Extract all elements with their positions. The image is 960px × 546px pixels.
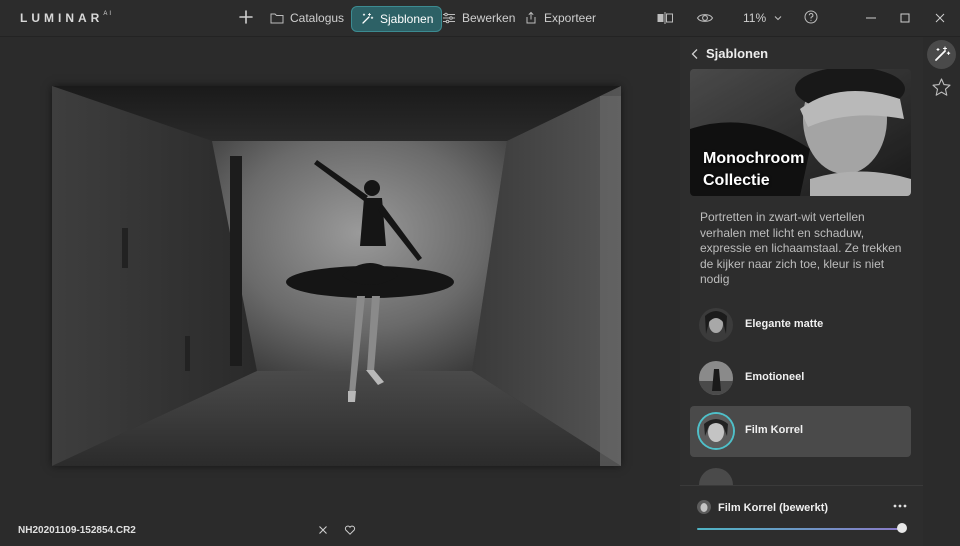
help-icon: [804, 10, 818, 24]
preset-thumbnail: [699, 361, 733, 395]
top-bar: LUMINARAI Catalogus Sjablonen Bewerken E…: [0, 0, 960, 37]
applied-preset-bar: Film Korrel (bewerkt): [680, 485, 923, 546]
logo-text: LUMINAR: [20, 11, 104, 25]
applied-preset-name: Film Korrel (bewerkt): [718, 502, 829, 514]
preset-amount-slider-handle[interactable]: [897, 523, 907, 533]
help-button[interactable]: [803, 9, 821, 27]
templates-panel: Sjablonen Monochroom Collectie Portrette…: [680, 37, 923, 546]
preset-partially-hidden[interactable]: [690, 464, 911, 486]
compare-button[interactable]: [656, 9, 674, 27]
app-logo: LUMINARAI: [20, 11, 113, 25]
more-options-icon[interactable]: [892, 500, 908, 512]
applied-preset-thumbnail: [697, 500, 711, 514]
right-rail: [923, 37, 960, 545]
preset-film-korrel[interactable]: Film Korrel: [690, 406, 911, 457]
chevron-left-icon: [691, 48, 698, 59]
favorites-rail-button[interactable]: [927, 73, 956, 102]
collection-description: Portretten in zwart-wit vertellen verhal…: [700, 210, 902, 286]
tab-templates-label: Sjablonen: [380, 12, 434, 26]
preset-elegante-matte[interactable]: Elegante matte: [690, 300, 911, 351]
logo-suffix: AI: [103, 11, 113, 17]
magic-wand-icon: [362, 13, 374, 24]
preset-emotioneel[interactable]: Emotioneel: [690, 353, 911, 404]
sliders-icon: [443, 12, 455, 24]
templates-rail-button[interactable]: [927, 40, 956, 69]
status-bar: NH20201109-152854.CR2: [0, 515, 670, 545]
tab-edit-label: Bewerken: [462, 11, 516, 25]
tab-export-label: Exporteer: [544, 11, 597, 25]
eye-icon: [696, 14, 714, 22]
preset-label: Elegante matte: [745, 318, 824, 330]
tab-catalogue-label: Catalogus: [290, 11, 345, 25]
close-window-icon[interactable]: [933, 11, 947, 25]
tab-catalogue[interactable]: Catalogus: [262, 6, 352, 30]
preset-amount-slider[interactable]: [697, 528, 902, 530]
back-to-templates[interactable]: Sjablonen: [690, 46, 768, 61]
preset-label: Film Korrel: [745, 424, 804, 436]
hero-title: Monochroom Collectie: [703, 148, 804, 192]
folder-icon: [270, 13, 284, 24]
preset-thumbnail: [699, 414, 733, 448]
panel-title: Sjablonen: [706, 46, 769, 61]
compare-icon: [657, 12, 673, 24]
preview-toggle-button[interactable]: [696, 9, 714, 27]
add-photos-button[interactable]: [237, 8, 255, 26]
star-icon: [932, 78, 951, 96]
plus-icon: [239, 10, 253, 24]
magic-wand-icon: [935, 46, 951, 61]
preset-label: Emotioneel: [745, 371, 805, 383]
zoom-level[interactable]: 11%: [743, 11, 766, 25]
hero-title-line2: Collectie: [703, 172, 770, 189]
file-name: NH20201109-152854.CR2: [18, 525, 136, 536]
tab-edit[interactable]: Bewerken: [434, 6, 523, 30]
tab-templates[interactable]: Sjablonen: [351, 6, 443, 32]
maximize-icon[interactable]: [898, 11, 912, 25]
preset-thumbnail: [699, 308, 733, 342]
close-icon[interactable]: [317, 524, 329, 536]
tab-export[interactable]: Exporteer: [516, 6, 604, 30]
chevron-down-icon[interactable]: [773, 13, 783, 23]
heart-icon[interactable]: [344, 524, 356, 536]
export-icon: [526, 11, 536, 24]
minimize-icon[interactable]: [864, 11, 878, 25]
main-photo[interactable]: [52, 86, 621, 466]
collection-hero-card[interactable]: Monochroom Collectie: [690, 69, 911, 196]
ballerina-photo: [52, 86, 621, 466]
hero-title-line1: Monochroom: [703, 150, 805, 167]
